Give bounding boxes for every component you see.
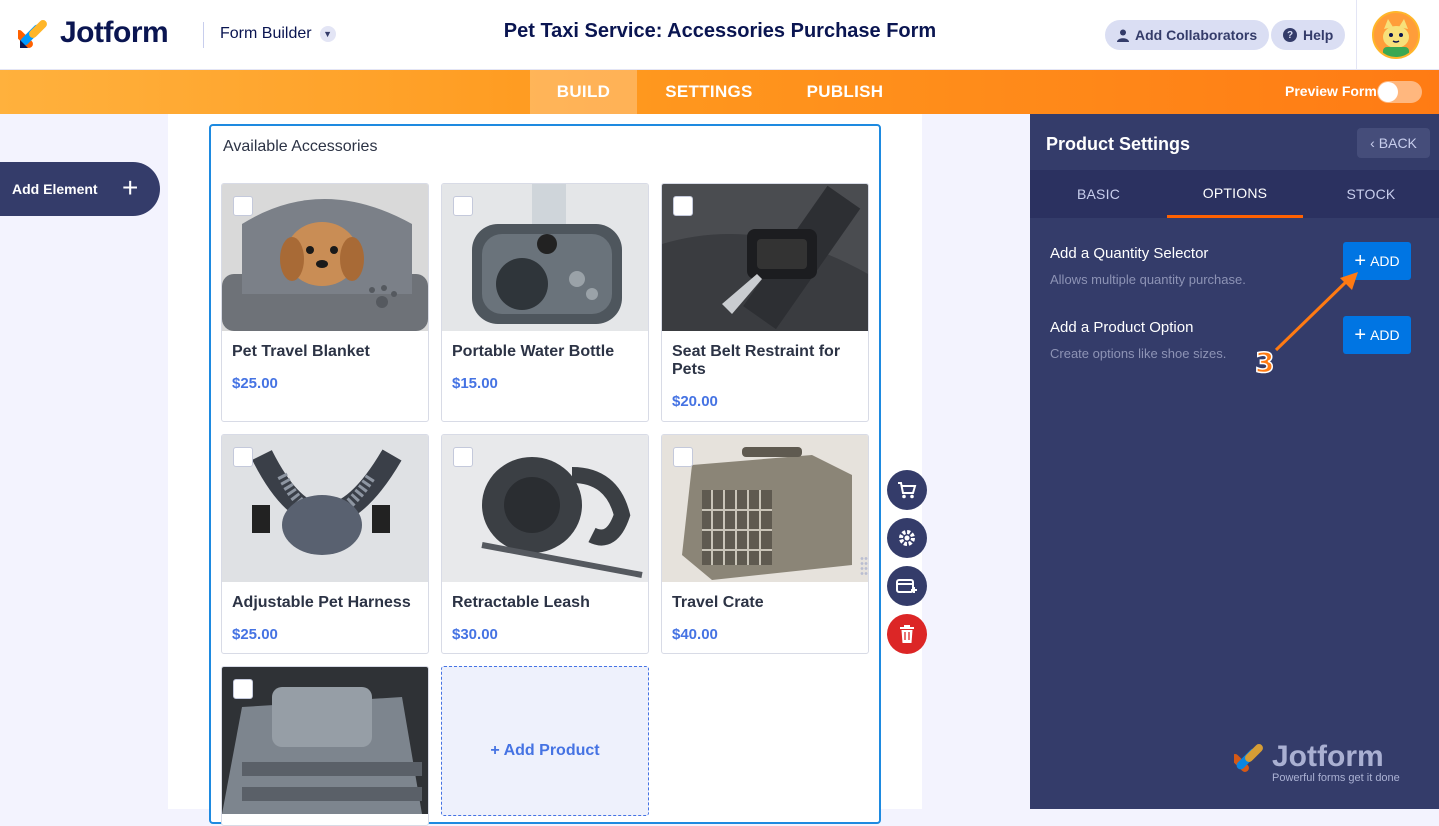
chevron-left-icon: ‹ [1370, 135, 1375, 151]
gear-icon [899, 530, 915, 546]
card-plus-icon [896, 579, 917, 593]
cart-tool-button[interactable] [887, 470, 927, 510]
field-label: Available Accessories [223, 138, 378, 155]
watermark-subtitle: Powerful forms get it done [1272, 772, 1400, 784]
product-checkbox[interactable] [673, 447, 693, 467]
toggle-knob [1378, 82, 1398, 102]
form-builder-menu[interactable]: Form Builder ▼ [220, 25, 336, 43]
preview-form-label: Preview Form [1285, 83, 1377, 99]
product-checkbox[interactable] [233, 447, 253, 467]
panel-title: Product Settings [1046, 134, 1191, 154]
add-element-button[interactable]: Add Element + [0, 162, 160, 216]
plus-icon: + [122, 172, 139, 203]
product-price: $40.00 [672, 626, 718, 643]
add-product-button[interactable]: + Add Product [441, 666, 649, 816]
product-checkbox[interactable] [233, 679, 253, 699]
account-area [1356, 0, 1439, 70]
product-settings-panel: Product Settings ‹ BACK BASIC OPTIONS ST… [1030, 114, 1439, 809]
quantity-selector-desc: Allows multiple quantity purchase. [1050, 272, 1246, 287]
product-image-water-bottle [442, 184, 648, 331]
back-label: BACK [1378, 135, 1417, 151]
product-name [222, 814, 428, 825]
product-checkbox[interactable] [453, 196, 473, 216]
cart-icon [898, 482, 917, 499]
jotform-logo-icon [18, 20, 47, 48]
jotform-watermark: Jotform Powerful forms get it done [1234, 740, 1400, 784]
jotform-logo[interactable]: Jotform [18, 16, 169, 50]
tab-basic[interactable]: BASIC [1030, 170, 1167, 218]
product-image-seat-belt [662, 184, 868, 331]
step-marker: 3 [1254, 345, 1275, 380]
product-price: $25.00 [232, 626, 278, 643]
product-image-seat-cover [222, 667, 428, 814]
tab-publish[interactable]: PUBLISH [790, 70, 900, 114]
product-price: $25.00 [232, 375, 278, 392]
add-collaborators-label: Add Collaborators [1135, 27, 1258, 43]
product-card[interactable]: Travel Crate $40.00 [661, 434, 869, 654]
product-card[interactable]: Portable Water Bottle $15.00 [441, 183, 649, 422]
product-option-title: Add a Product Option [1050, 319, 1194, 336]
product-card[interactable] [221, 666, 429, 826]
product-card[interactable]: Pet Travel Blanket $25.00 [221, 183, 429, 422]
avatar-cat-icon [1374, 13, 1418, 57]
product-name: Pet Travel Blanket [232, 343, 370, 360]
top-bar: Jotform Form Builder ▼ Pet Taxi Service:… [0, 0, 1439, 70]
product-name: Retractable Leash [452, 594, 590, 611]
help-label: Help [1303, 27, 1334, 43]
product-card[interactable]: Seat Belt Restraint for Pets $20.00 [661, 183, 869, 422]
product-name: Seat Belt Restraint for Pets [672, 343, 841, 378]
product-price: $20.00 [672, 393, 718, 410]
product-name: Adjustable Pet Harness [232, 594, 411, 611]
settings-tool-button[interactable] [887, 518, 927, 558]
product-image-leash [442, 435, 648, 582]
product-name: Portable Water Bottle [452, 343, 615, 360]
product-card[interactable]: Retractable Leash $30.00 [441, 434, 649, 654]
trash-icon [900, 625, 914, 643]
jotform-logo-text: Jotform [60, 16, 169, 49]
product-image-crate [662, 435, 868, 582]
user-icon [1117, 29, 1129, 42]
quantity-selector-title: Add a Quantity Selector [1050, 245, 1209, 262]
drag-handle-icon[interactable] [860, 556, 868, 576]
help-icon: ? [1283, 28, 1297, 42]
annotation-arrow-icon [1274, 272, 1358, 352]
product-checkbox[interactable] [673, 196, 693, 216]
chevron-down-icon: ▼ [319, 26, 336, 42]
tab-options[interactable]: OPTIONS [1167, 170, 1303, 218]
product-image-harness [222, 435, 428, 582]
product-image-blanket [222, 184, 428, 331]
tab-build[interactable]: BUILD [530, 70, 637, 114]
form-builder-label: Form Builder [220, 25, 312, 42]
jotform-logo-icon [1234, 744, 1263, 772]
help-button[interactable]: ? Help [1271, 20, 1346, 50]
preview-form-toggle[interactable] [1377, 81, 1422, 103]
add-collaborators-button[interactable]: Add Collaborators [1105, 20, 1270, 50]
add-element-label: Add Element [12, 181, 98, 197]
add-label: ADD [1370, 253, 1400, 269]
product-checkbox[interactable] [453, 447, 473, 467]
avatar[interactable] [1372, 11, 1420, 59]
product-option-desc: Create options like shoe sizes. [1050, 346, 1227, 361]
product-price: $30.00 [452, 626, 498, 643]
panel-tabs: BASIC OPTIONS STOCK [1030, 170, 1439, 218]
product-checkbox[interactable] [233, 196, 253, 216]
header-divider [203, 22, 204, 48]
product-price: $15.00 [452, 375, 498, 392]
add-payment-tool-button[interactable] [887, 566, 927, 606]
add-label: ADD [1370, 327, 1400, 343]
builder-nav: BUILD SETTINGS PUBLISH Preview Form [0, 70, 1439, 114]
tab-settings[interactable]: SETTINGS [650, 70, 768, 114]
product-name: Travel Crate [672, 594, 764, 611]
back-button[interactable]: ‹ BACK [1357, 128, 1430, 158]
product-card[interactable]: Adjustable Pet Harness $25.00 [221, 434, 429, 654]
tab-stock[interactable]: STOCK [1303, 170, 1439, 218]
delete-tool-button[interactable] [887, 614, 927, 654]
form-title[interactable]: Pet Taxi Service: Accessories Purchase F… [420, 20, 1020, 43]
watermark-title: Jotform [1272, 740, 1384, 773]
